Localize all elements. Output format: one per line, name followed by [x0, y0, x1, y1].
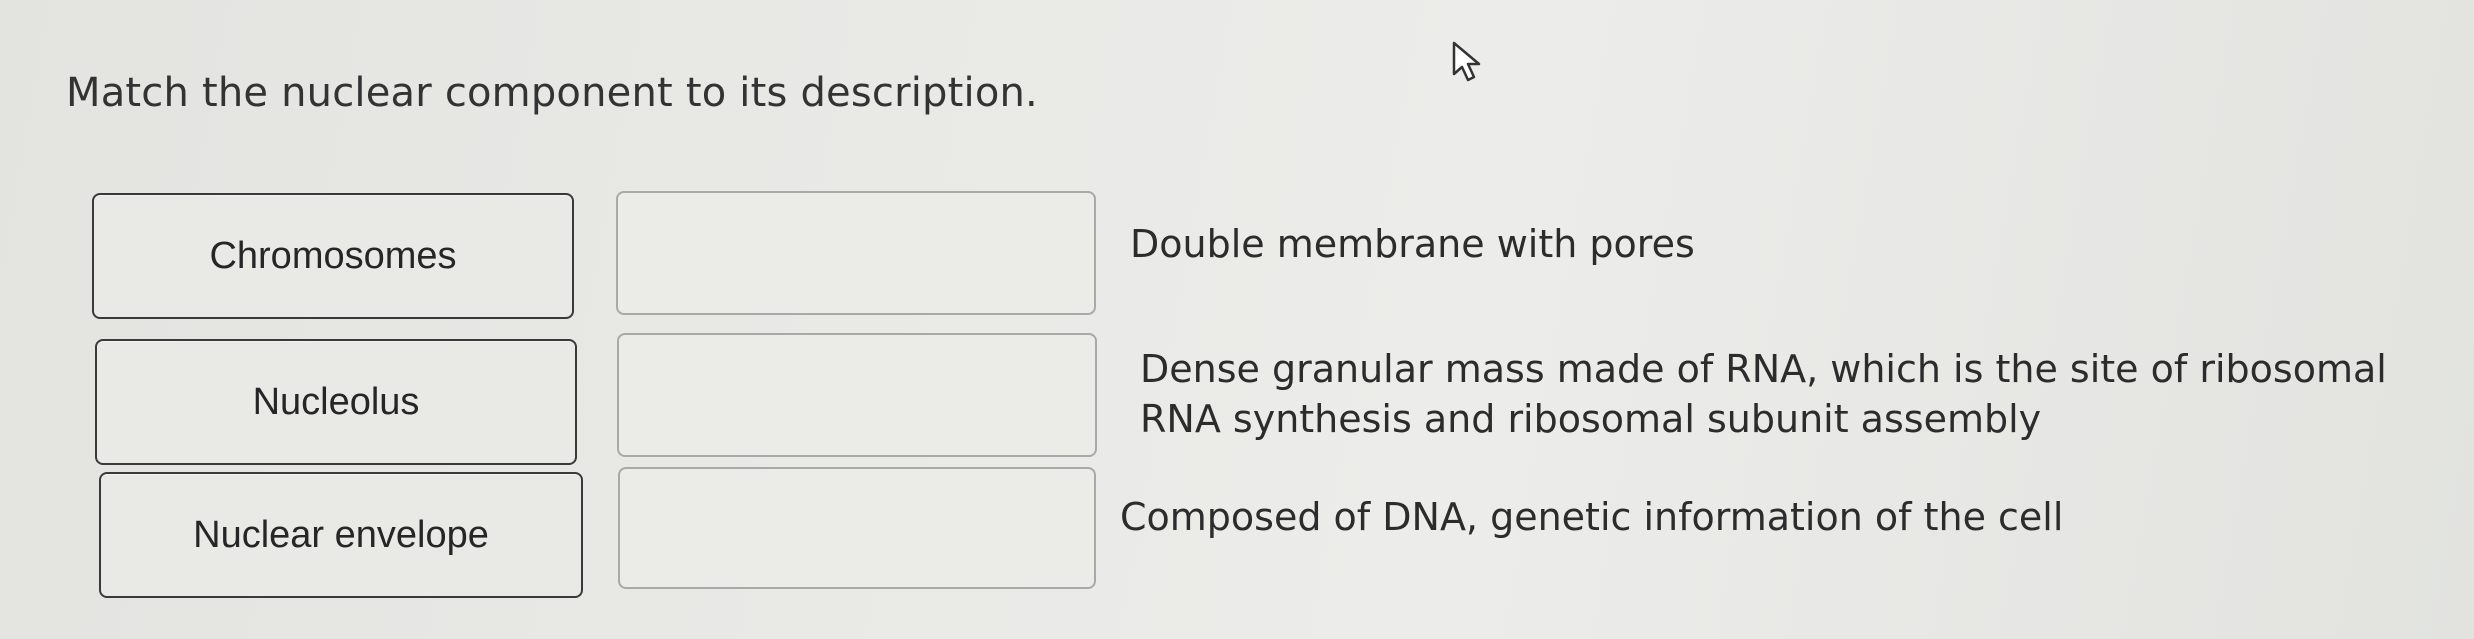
description-text: Composed of DNA, genetic information of … [1120, 495, 2064, 539]
drop-target-1[interactable] [616, 191, 1096, 315]
description-3: Composed of DNA, genetic information of … [1120, 492, 2440, 542]
term-label: Nucleolus [252, 380, 420, 423]
description-1: Double membrane with pores [1130, 219, 2450, 269]
term-label: Chromosomes [209, 234, 457, 277]
description-text: Double membrane with pores [1130, 222, 1695, 266]
term-nucleolus[interactable]: Nucleolus [95, 339, 577, 465]
term-chromosomes[interactable]: Chromosomes [92, 193, 574, 319]
drop-target-3[interactable] [618, 467, 1096, 589]
term-nuclear-envelope[interactable]: Nuclear envelope [99, 472, 583, 598]
description-line: RNA synthesis and ribosomal subunit asse… [1140, 397, 2042, 441]
mouse-pointer-icon [1452, 41, 1481, 82]
term-label: Nuclear envelope [193, 513, 489, 556]
description-2: Dense granular mass made of RNA, which i… [1140, 344, 2460, 444]
description-line: Dense granular mass made of RNA, which i… [1140, 347, 2387, 391]
question-prompt: Match the nuclear component to its descr… [66, 70, 1038, 116]
drop-target-2[interactable] [617, 333, 1097, 457]
